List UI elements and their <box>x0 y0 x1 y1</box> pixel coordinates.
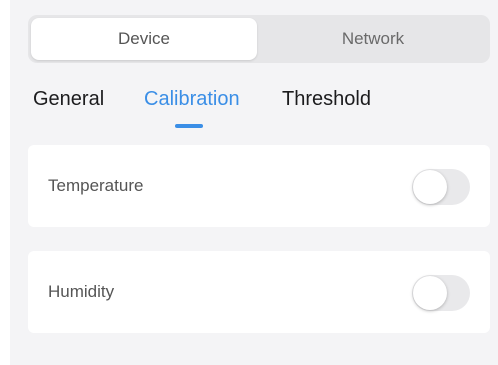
tab-general[interactable]: General <box>33 88 104 111</box>
toggle-knob <box>413 170 447 204</box>
temperature-setting-row: Temperature <box>28 145 490 227</box>
humidity-toggle[interactable] <box>412 275 470 311</box>
temperature-label: Temperature <box>48 176 144 195</box>
tab-calibration[interactable]: Calibration <box>144 88 240 111</box>
settings-panel: Device Network General Calibration Thres… <box>10 0 498 365</box>
segmented-control: Device Network <box>28 15 490 63</box>
segment-network[interactable]: Network <box>260 18 486 60</box>
humidity-setting-row: Humidity <box>28 251 490 333</box>
segment-device[interactable]: Device <box>31 18 257 60</box>
tab-threshold[interactable]: Threshold <box>282 88 371 111</box>
temperature-toggle[interactable] <box>412 169 470 205</box>
humidity-label: Humidity <box>48 282 115 301</box>
active-tab-indicator <box>175 124 203 128</box>
toggle-knob <box>413 276 447 310</box>
